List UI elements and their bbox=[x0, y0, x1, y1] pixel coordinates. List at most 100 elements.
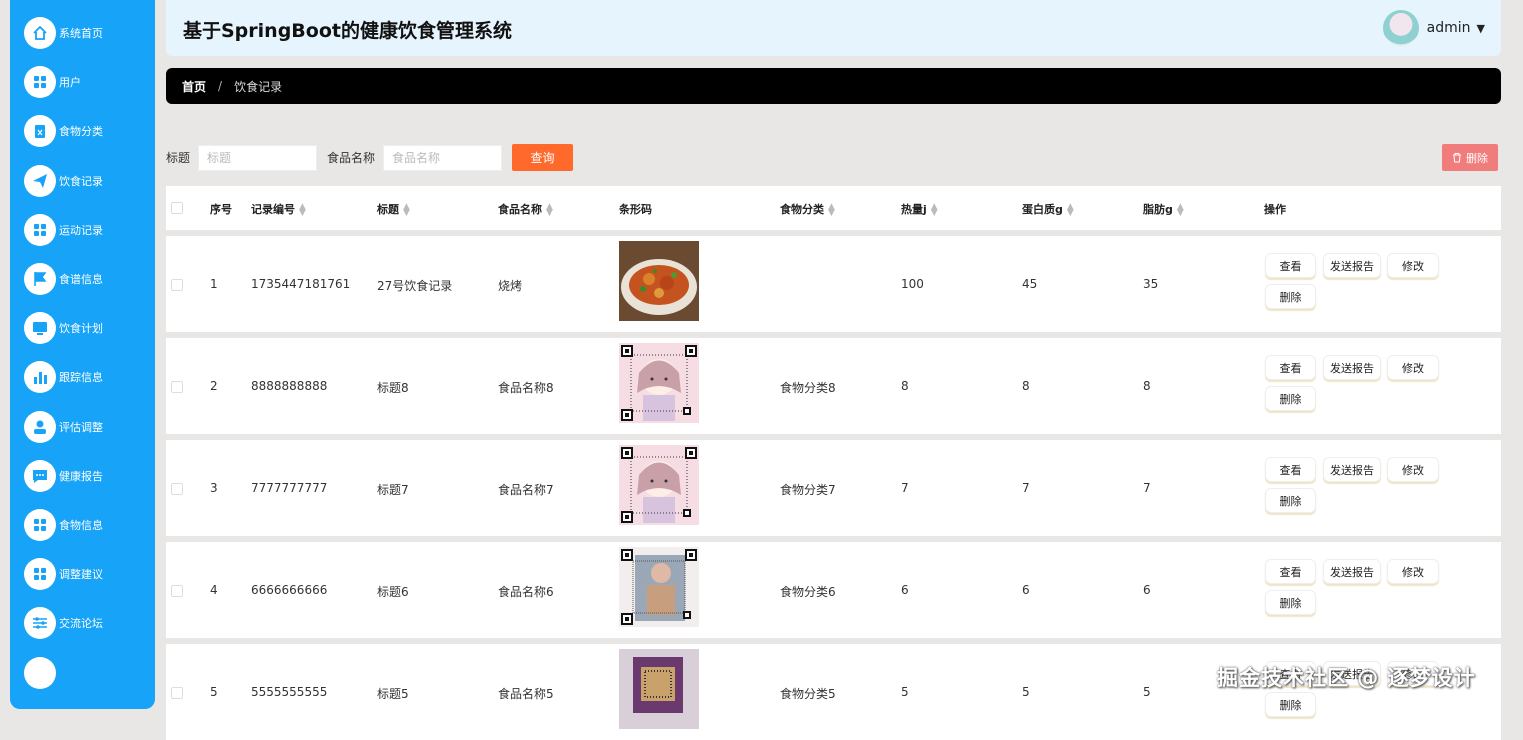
sidebar-item-partial[interactable] bbox=[24, 656, 56, 690]
cell-record-no: 1735447181761 bbox=[251, 277, 351, 291]
sidebar-item[interactable]: 跟踪信息 bbox=[24, 360, 103, 394]
delete-button[interactable]: 删除 bbox=[1265, 284, 1316, 309]
sidebar-item[interactable]: 调整建议 bbox=[24, 557, 103, 591]
user-name: admin bbox=[1426, 20, 1471, 36]
th-protein[interactable]: 蛋白质g ▲ ▼ bbox=[1022, 201, 1074, 218]
user-menu[interactable]: admin ▼ bbox=[1382, 10, 1485, 46]
th-category[interactable]: 食物分类 ▲ ▼ bbox=[780, 201, 835, 218]
row-checkbox[interactable] bbox=[171, 585, 183, 597]
edit-button[interactable]: 修改 bbox=[1387, 253, 1439, 278]
delete-button[interactable]: 删除 bbox=[1265, 692, 1316, 717]
cell-calories: 100 bbox=[901, 277, 924, 291]
row-checkbox[interactable] bbox=[171, 483, 183, 495]
cell-record-no: 7777777777 bbox=[251, 481, 328, 495]
send-report-button[interactable]: 发送报告 bbox=[1323, 355, 1381, 380]
sort-icon: ▲ ▼ bbox=[1066, 202, 1074, 218]
sidebar-item-label: 食物分类 bbox=[59, 125, 103, 139]
barcode-image bbox=[619, 547, 699, 627]
row-checkbox[interactable] bbox=[171, 687, 183, 699]
sort-icon: ▲ ▼ bbox=[546, 202, 553, 218]
food-name-search-input[interactable] bbox=[383, 144, 503, 171]
th-actions: 操作 bbox=[1264, 203, 1286, 216]
select-all-checkbox[interactable] bbox=[171, 202, 183, 214]
monitor-icon bbox=[24, 312, 56, 345]
row-checkbox[interactable] bbox=[171, 279, 183, 291]
barcode-image bbox=[619, 241, 699, 321]
sidebar: 系统首页用户食物分类饮食记录运动记录食谱信息饮食计划跟踪信息评估调整健康报告食物… bbox=[10, 0, 155, 709]
edit-button[interactable]: 修改 bbox=[1387, 457, 1439, 482]
breadcrumb-separator: / bbox=[218, 79, 223, 93]
th-protein-label: 蛋白质g bbox=[1022, 203, 1063, 216]
breadcrumb-home[interactable]: 首页 bbox=[182, 78, 206, 95]
cell-fat: 6 bbox=[1143, 583, 1151, 597]
cell-title: 标题8 bbox=[377, 381, 409, 395]
th-category-label: 食物分类 bbox=[780, 203, 824, 216]
cell-category: 食物分类5 bbox=[780, 687, 836, 701]
delete-button[interactable]: 删除 bbox=[1265, 488, 1316, 513]
sidebar-item[interactable]: 饮食计划 bbox=[24, 311, 103, 345]
edit-button[interactable]: 修改 bbox=[1387, 355, 1439, 380]
th-title[interactable]: 标题 ▲ ▼ bbox=[377, 201, 410, 218]
cell-title: 27号饮食记录 bbox=[377, 279, 453, 293]
sidebar-item[interactable]: 运动记录 bbox=[24, 213, 103, 247]
cell-fat: 35 bbox=[1143, 277, 1159, 291]
cell-food-name: 食品名称5 bbox=[498, 687, 554, 701]
circle-icon bbox=[24, 656, 56, 689]
cell-protein: 6 bbox=[1022, 583, 1030, 597]
cell-protein: 45 bbox=[1022, 277, 1038, 291]
delete-button[interactable]: 删除 bbox=[1265, 386, 1316, 411]
th-calories-label: 热量j bbox=[901, 203, 927, 216]
view-button[interactable]: 查看 bbox=[1265, 355, 1316, 380]
send-report-button[interactable]: 发送报告 bbox=[1323, 457, 1381, 482]
delete-button[interactable]: 删除 bbox=[1265, 590, 1316, 615]
batch-delete-button[interactable]: 删除 bbox=[1442, 144, 1498, 171]
th-index: 序号 bbox=[210, 203, 232, 216]
send-report-button[interactable]: 发送报告 bbox=[1323, 559, 1381, 584]
query-button[interactable]: 查询 bbox=[512, 144, 574, 171]
th-title-label: 标题 bbox=[377, 203, 399, 216]
cell-food-name: 食品名称8 bbox=[498, 381, 554, 395]
cell-record-no: 6666666666 bbox=[251, 583, 328, 597]
sidebar-item[interactable]: 饮食记录 bbox=[24, 164, 103, 198]
edit-button[interactable]: 修改 bbox=[1387, 559, 1439, 584]
th-food-name[interactable]: 食品名称 ▲ ▼ bbox=[498, 201, 553, 218]
table-header: 序号 记录编号 ▲ ▼ 标题 ▲ ▼ 食品名称 ▲ ▼ 条形码 食物分类 ▲ ▼ 热量j ▲ ▼ 蛋… bbox=[166, 186, 1501, 230]
sidebar-item[interactable]: 评估调整 bbox=[24, 410, 103, 444]
sidebar-item[interactable]: 食物分类 bbox=[24, 114, 103, 148]
app-title: 基于SpringBoot的健康饮食管理系统 bbox=[183, 20, 512, 42]
cell-calories: 6 bbox=[901, 583, 909, 597]
cell-category: 食物分类6 bbox=[780, 585, 836, 599]
records-table: 序号 记录编号 ▲ ▼ 标题 ▲ ▼ 食品名称 ▲ ▼ 条形码 食物分类 ▲ ▼ 热量j ▲ ▼ 蛋… bbox=[166, 186, 1501, 740]
view-button[interactable]: 查看 bbox=[1265, 559, 1316, 584]
paper-plane-icon bbox=[24, 164, 56, 197]
cell-fat: 5 bbox=[1143, 685, 1151, 699]
sidebar-item-label: 调整建议 bbox=[59, 568, 103, 582]
sidebar-item[interactable]: 食谱信息 bbox=[24, 262, 103, 296]
view-button[interactable]: 查看 bbox=[1265, 253, 1316, 278]
caret-down-icon: ▼ bbox=[1476, 21, 1485, 35]
th-fat[interactable]: 脂肪g ▲ ▼ bbox=[1143, 201, 1184, 218]
cell-fat: 8 bbox=[1143, 379, 1151, 393]
cell-index: 5 bbox=[210, 685, 218, 699]
sidebar-item[interactable]: 系统首页 bbox=[24, 16, 103, 50]
cell-record-no: 8888888888 bbox=[251, 379, 328, 393]
th-record-no[interactable]: 记录编号 ▲ ▼ bbox=[251, 201, 306, 218]
sidebar-item[interactable]: 食物信息 bbox=[24, 508, 103, 542]
send-report-button[interactable]: 发送报告 bbox=[1323, 253, 1381, 278]
sidebar-item[interactable]: 交流论坛 bbox=[24, 606, 103, 640]
cell-food-name: 食品名称6 bbox=[498, 585, 554, 599]
breadcrumb: 首页 / 饮食记录 bbox=[166, 68, 1501, 104]
title-search-input[interactable] bbox=[198, 144, 318, 171]
sort-icon: ▲ ▼ bbox=[403, 202, 410, 218]
th-food-name-label: 食品名称 bbox=[498, 203, 542, 216]
table-row: 1 1735447181761 27号饮食记录 烧烤 100 45 35 查看 发送报告 修改 删除 bbox=[166, 236, 1501, 332]
table-row: 3 7777777777 标题7 食品名称7 食物分类7 7 7 7 查看 发送报告 修改 删除 bbox=[166, 440, 1501, 536]
view-button[interactable]: 查看 bbox=[1265, 457, 1316, 482]
row-checkbox[interactable] bbox=[171, 381, 183, 393]
sidebar-item-label: 饮食计划 bbox=[59, 322, 103, 336]
sidebar-item[interactable]: 健康报告 bbox=[24, 459, 103, 493]
food-name-label: 食品名称 bbox=[327, 151, 376, 165]
th-calories[interactable]: 热量j ▲ ▼ bbox=[901, 201, 938, 218]
th-record-no-label: 记录编号 bbox=[251, 203, 295, 216]
sidebar-item[interactable]: 用户 bbox=[24, 65, 81, 99]
